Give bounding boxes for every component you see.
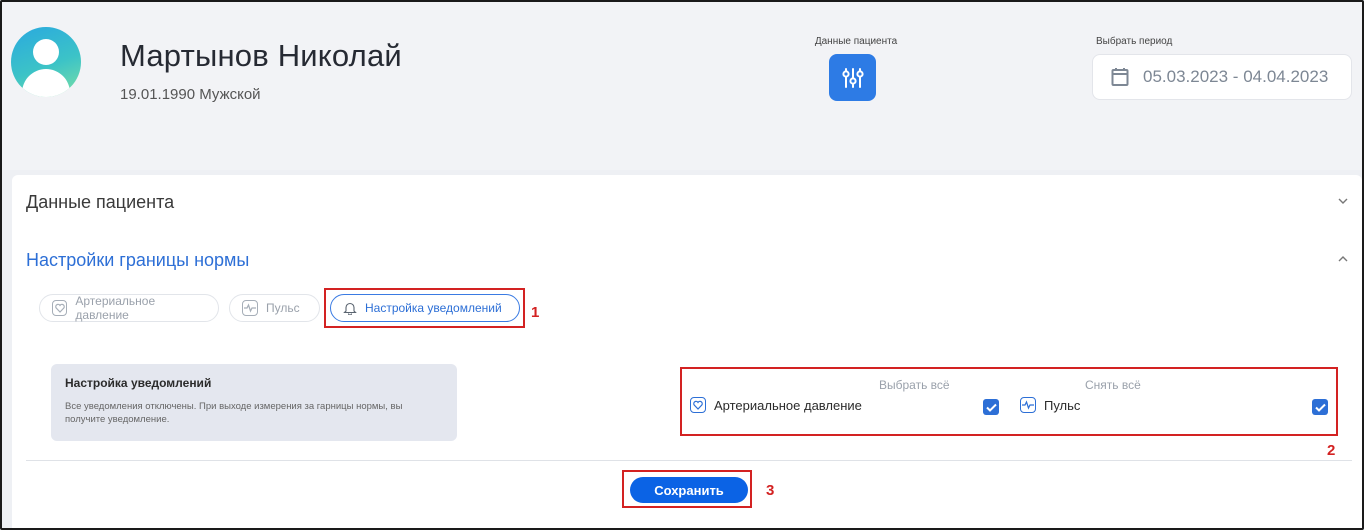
patient-name: Мартынов Николай xyxy=(120,38,402,73)
sliders-icon xyxy=(841,67,864,88)
annotation-number-2: 2 xyxy=(1327,442,1336,459)
chevron-up-icon[interactable] xyxy=(1338,252,1348,266)
chevron-down-icon[interactable] xyxy=(1338,194,1348,208)
pulse-icon xyxy=(242,300,258,316)
section-patient-data-title[interactable]: Данные пациента xyxy=(26,192,174,213)
annotation-box-3 xyxy=(622,470,752,508)
patient-data-button[interactable] xyxy=(829,54,876,101)
divider xyxy=(26,460,1352,461)
notification-info-card: Настройка уведомлений Все уведомления от… xyxy=(51,364,457,441)
avatar-body xyxy=(22,69,70,97)
section-norm-settings-title[interactable]: Настройки границы нормы xyxy=(26,250,249,271)
period-picker[interactable]: 05.03.2023 - 04.04.2023 xyxy=(1092,54,1352,100)
annotation-number-3: 3 xyxy=(766,482,775,499)
notification-title: Настройка уведомлений xyxy=(65,376,212,390)
calendar-icon xyxy=(1111,68,1129,86)
patient-data-caption: Данные пациента xyxy=(814,36,898,47)
period-caption: Выбрать период xyxy=(1096,36,1173,47)
avatar xyxy=(11,27,81,97)
heart-pressure-icon xyxy=(52,300,68,316)
period-value: 05.03.2023 - 04.04.2023 xyxy=(1143,67,1329,86)
tab-label: Артериальное давление xyxy=(75,294,156,322)
annotation-box-2 xyxy=(680,367,1338,436)
annotation-box-1 xyxy=(324,288,525,328)
avatar-head xyxy=(33,39,59,65)
tab-blood-pressure[interactable]: Артериальное давление xyxy=(39,294,219,322)
tab-pulse[interactable]: Пульс xyxy=(229,294,320,322)
annotation-number-1: 1 xyxy=(531,304,540,321)
notification-description: Все уведомления отключены. При выходе из… xyxy=(65,401,403,425)
tab-label: Пульс xyxy=(266,301,300,315)
patient-birthdate-gender: 19.01.1990 Мужской xyxy=(120,86,261,103)
